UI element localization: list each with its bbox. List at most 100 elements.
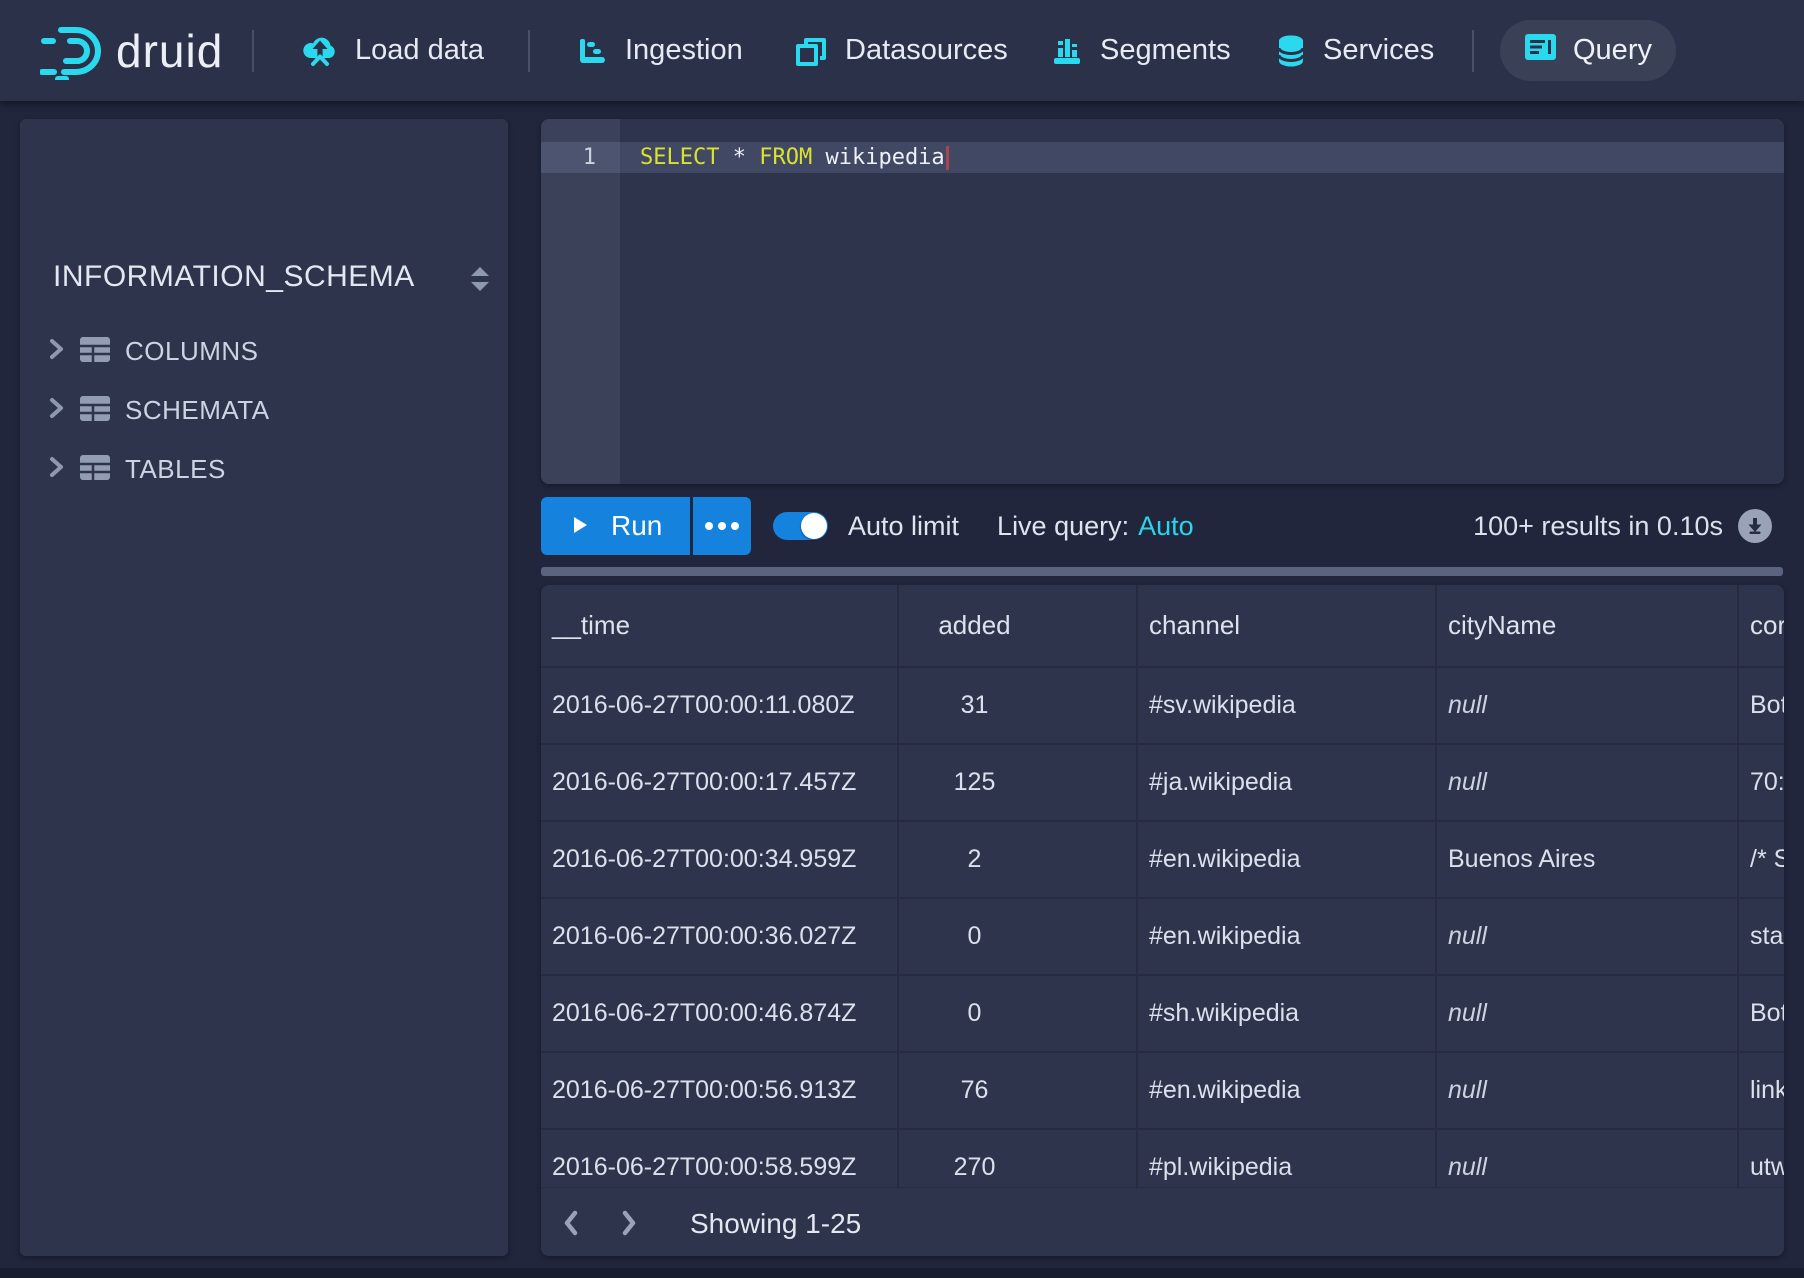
tree-item-schemata[interactable]: SCHEMATA bbox=[20, 381, 508, 440]
header-cell-added[interactable]: added bbox=[899, 585, 1138, 668]
play-icon bbox=[572, 510, 588, 542]
table-cell[interactable]: #sh.wikipedia bbox=[1138, 976, 1437, 1053]
chevron-right-icon[interactable] bbox=[45, 337, 79, 366]
table-cell[interactable]: 270 bbox=[899, 1130, 1138, 1187]
header-cell-channel[interactable]: channel bbox=[1138, 585, 1437, 668]
text-cursor bbox=[946, 146, 949, 170]
auto-limit-label: Auto limit bbox=[848, 511, 959, 542]
table-cell[interactable]: link bbox=[1739, 1053, 1784, 1130]
sql-editor[interactable]: 1 SELECT * FROM wikipedia bbox=[541, 119, 1784, 484]
th-table-icon bbox=[79, 336, 125, 368]
th-table-icon bbox=[79, 454, 125, 486]
table-cell[interactable]: 2016-06-27T00:00:56.913Z bbox=[541, 1053, 899, 1130]
schema-tree: COLUMNS SCHEMATA bbox=[20, 322, 508, 499]
table-cell[interactable]: null bbox=[1437, 899, 1739, 976]
schema-title: INFORMATION_SCHEMA bbox=[53, 260, 415, 294]
nav-divider bbox=[252, 30, 254, 72]
table-cell[interactable]: 76 bbox=[899, 1053, 1138, 1130]
table-cell[interactable]: null bbox=[1437, 1053, 1739, 1130]
sql-code-line[interactable]: SELECT * FROM wikipedia bbox=[640, 142, 949, 173]
table-cell[interactable]: 2016-06-27T00:00:11.080Z bbox=[541, 668, 899, 745]
nav-item-services[interactable]: Services bbox=[1276, 34, 1434, 68]
query-toolbar: Run Auto limit Live query: Auto 100+ res… bbox=[541, 497, 1784, 555]
table-cell[interactable]: Bot bbox=[1739, 976, 1784, 1053]
table-cell[interactable]: null bbox=[1437, 1130, 1739, 1187]
nav-item-label: Segments bbox=[1100, 34, 1231, 67]
run-more-options-button[interactable] bbox=[693, 497, 751, 555]
results-summary: 100+ results in 0.10s bbox=[1473, 511, 1723, 542]
table-cell[interactable]: Bot bbox=[1739, 668, 1784, 745]
header-cell-cor[interactable]: cor bbox=[1739, 585, 1784, 668]
sql-keyword: FROM bbox=[759, 145, 812, 170]
schema-sidebar: INFORMATION_SCHEMA COLUMNS bbox=[20, 119, 508, 1256]
nav-item-ingestion[interactable]: Ingestion bbox=[576, 34, 743, 67]
th-table-icon bbox=[79, 395, 125, 427]
table-cell[interactable]: 125 bbox=[899, 745, 1138, 822]
run-button-label: Run bbox=[611, 510, 662, 542]
auto-limit-toggle[interactable] bbox=[773, 512, 828, 540]
horizontal-scrollbar[interactable] bbox=[541, 567, 1783, 576]
nav-item-label: Datasources bbox=[845, 34, 1008, 67]
pagination-bar: Showing 1-25 bbox=[541, 1187, 1784, 1256]
editor-gutter bbox=[541, 119, 620, 484]
nav-item-segments[interactable]: Segments bbox=[1051, 34, 1231, 67]
table-row: 2016-06-27T00:00:36.027Z0#en.wikipedianu… bbox=[541, 899, 1784, 976]
table-cell[interactable]: utw bbox=[1739, 1130, 1784, 1187]
table-cell[interactable]: 2016-06-27T00:00:17.457Z bbox=[541, 745, 899, 822]
run-button[interactable]: Run bbox=[541, 497, 690, 555]
nav-item-label: Ingestion bbox=[625, 34, 743, 67]
table-cell[interactable]: 2 bbox=[899, 822, 1138, 899]
table-cell[interactable]: 31 bbox=[899, 668, 1138, 745]
chevron-right-icon[interactable] bbox=[45, 396, 79, 425]
live-query-value[interactable]: Auto bbox=[1138, 511, 1194, 542]
header-cell-__time[interactable]: __time bbox=[541, 585, 899, 668]
previous-page-button[interactable] bbox=[549, 1201, 593, 1245]
table-cell[interactable]: 0 bbox=[899, 976, 1138, 1053]
stacked-squares-icon bbox=[794, 34, 828, 68]
sql-table-name: wikipedia bbox=[825, 145, 944, 170]
download-circle-icon[interactable] bbox=[1738, 509, 1772, 543]
table-cell[interactable]: 70: bbox=[1739, 745, 1784, 822]
results-table: __timeaddedchannelcityNamecor 2016-06-27… bbox=[541, 585, 1784, 1187]
header-cell-cityName[interactable]: cityName bbox=[1437, 585, 1739, 668]
table-cell[interactable]: 2016-06-27T00:00:36.027Z bbox=[541, 899, 899, 976]
table-cell[interactable]: sta bbox=[1739, 899, 1784, 976]
table-cell[interactable]: 0 bbox=[899, 899, 1138, 976]
table-cell[interactable]: #en.wikipedia bbox=[1138, 822, 1437, 899]
nav-item-label: Load data bbox=[355, 34, 484, 67]
nav-item-datasources[interactable]: Datasources bbox=[794, 34, 1008, 68]
nav-item-label: Query bbox=[1573, 34, 1652, 67]
table-cell[interactable]: Buenos Aires bbox=[1437, 822, 1739, 899]
table-cell[interactable]: #sv.wikipedia bbox=[1138, 668, 1437, 745]
table-cell[interactable]: /* S bbox=[1739, 822, 1784, 899]
table-cell[interactable]: #ja.wikipedia bbox=[1138, 745, 1437, 822]
results-header-row: __timeaddedchannelcityNamecor bbox=[541, 585, 1784, 668]
table-cell[interactable]: null bbox=[1437, 668, 1739, 745]
window-bottom-edge bbox=[0, 1268, 1804, 1278]
tree-item-label: COLUMNS bbox=[125, 336, 259, 367]
top-nav-bar: druid Load data bbox=[0, 0, 1804, 101]
table-cell[interactable]: #en.wikipedia bbox=[1138, 899, 1437, 976]
table-cell[interactable]: #pl.wikipedia bbox=[1138, 1130, 1437, 1187]
druid-logo-icon[interactable] bbox=[40, 0, 108, 101]
bar-chart-icon bbox=[1051, 35, 1083, 67]
table-cell[interactable]: null bbox=[1437, 976, 1739, 1053]
tree-item-tables[interactable]: TABLES bbox=[20, 440, 508, 499]
chevron-right-icon[interactable] bbox=[45, 455, 79, 484]
table-cell[interactable]: 2016-06-27T00:00:58.599Z bbox=[541, 1130, 899, 1187]
showing-results-label: Showing 1-25 bbox=[690, 1188, 861, 1256]
ellipsis-icon bbox=[705, 522, 713, 530]
table-cell[interactable]: null bbox=[1437, 745, 1739, 822]
table-cell[interactable]: #en.wikipedia bbox=[1138, 1053, 1437, 1130]
table-cell[interactable]: 2016-06-27T00:00:34.959Z bbox=[541, 822, 899, 899]
next-page-button[interactable] bbox=[607, 1201, 651, 1245]
nav-item-label: Services bbox=[1323, 34, 1434, 67]
table-row: 2016-06-27T00:00:34.959Z2#en.wikipediaBu… bbox=[541, 822, 1784, 899]
table-row: 2016-06-27T00:00:11.080Z31#sv.wikipedian… bbox=[541, 668, 1784, 745]
double-caret-vertical-icon[interactable] bbox=[468, 265, 492, 298]
tree-item-columns[interactable]: COLUMNS bbox=[20, 322, 508, 381]
table-row: 2016-06-27T00:00:58.599Z270#pl.wikipedia… bbox=[541, 1130, 1784, 1187]
nav-item-query-active[interactable]: Query bbox=[1500, 20, 1676, 81]
table-cell[interactable]: 2016-06-27T00:00:46.874Z bbox=[541, 976, 899, 1053]
nav-item-load-data[interactable]: Load data bbox=[302, 34, 484, 67]
